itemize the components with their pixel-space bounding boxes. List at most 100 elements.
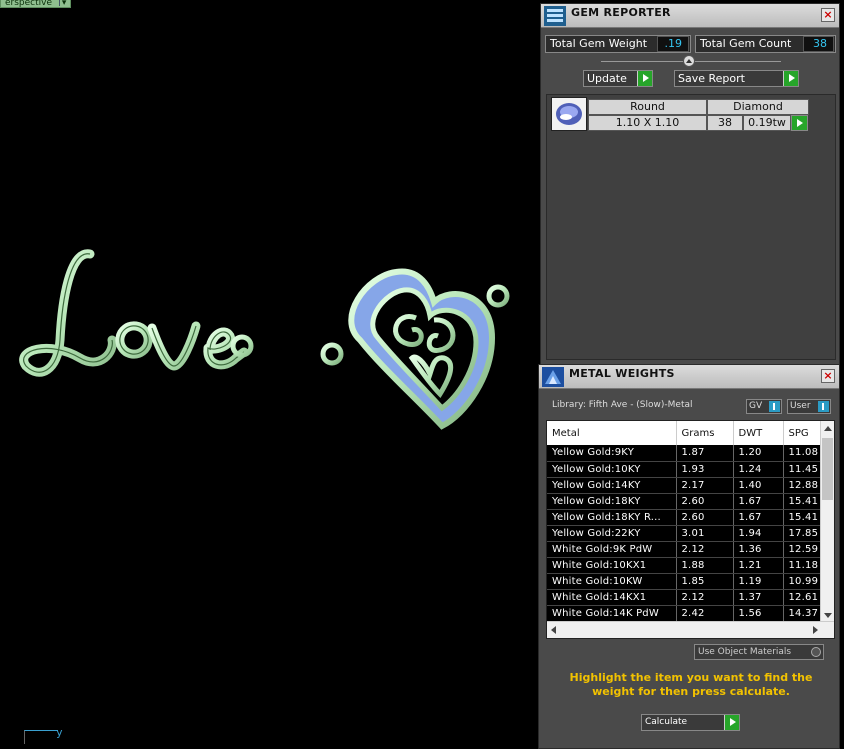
total-gem-count-value: 38 bbox=[803, 36, 834, 52]
table-row[interactable]: White Gold:10KW 1.85 1.19 10.99 bbox=[547, 573, 823, 590]
save-report-button-label: Save Report bbox=[678, 72, 745, 85]
gem-list[interactable]: Round Diamond 1.10 X 1.10 38 0.19tw bbox=[546, 94, 836, 360]
metal-name-cell: White Gold:10KX1 bbox=[547, 557, 677, 574]
total-gem-weight-label: Total Gem Weight bbox=[550, 37, 648, 50]
round-diamond-icon bbox=[551, 97, 587, 131]
table-row[interactable]: Yellow Gold:14KY 2.17 1.40 12.88 bbox=[547, 477, 823, 494]
total-gem-weight-value: .19 bbox=[657, 36, 689, 52]
play-arrow-icon bbox=[792, 116, 807, 130]
grams-cell: 1.87 bbox=[676, 445, 734, 462]
grams-cell: 2.42 bbox=[676, 605, 734, 622]
update-button[interactable]: Update bbox=[583, 70, 653, 87]
gem-weight: 0.19tw bbox=[743, 115, 791, 131]
gem-material: Diamond bbox=[707, 99, 809, 115]
gem-reporter-panel: GEM REPORTER × Total Gem Weight .19 Tota… bbox=[540, 3, 840, 365]
grams-cell: 2.17 bbox=[676, 477, 734, 494]
spg-cell: 15.41 bbox=[783, 509, 823, 526]
scroll-right-icon[interactable] bbox=[813, 626, 818, 634]
viewport[interactable]: erspective ▾ y bbox=[0, 0, 540, 749]
gem-reporter-titlebar[interactable]: GEM REPORTER × bbox=[541, 4, 839, 28]
spg-cell: 11.18 bbox=[783, 557, 823, 574]
table-row[interactable]: White Gold:14K PdW 2.42 1.56 14.37 bbox=[547, 605, 823, 622]
play-arrow-icon bbox=[783, 71, 798, 86]
vertical-scrollbar[interactable] bbox=[820, 421, 834, 622]
column-header-grams[interactable]: Grams bbox=[676, 421, 734, 445]
spg-cell: 12.61 bbox=[783, 589, 823, 606]
dwt-cell: 1.67 bbox=[733, 493, 784, 510]
column-header-dwt[interactable]: DWT bbox=[733, 421, 784, 445]
love-pendant-model[interactable] bbox=[10, 240, 260, 390]
close-icon[interactable]: × bbox=[821, 8, 835, 22]
table-row[interactable]: Yellow Gold:9KY 1.87 1.20 11.08 bbox=[547, 445, 823, 462]
instruction-text: Highlight the item you want to find the … bbox=[569, 671, 813, 698]
dropdown-icon bbox=[818, 401, 829, 412]
radio-icon[interactable] bbox=[811, 647, 821, 657]
metal-table-container[interactable]: Metal Grams DWT SPG Yellow Gold:9KY 1.87 1… bbox=[546, 420, 835, 639]
use-object-materials-option[interactable]: Use Object Materials bbox=[694, 644, 824, 660]
table-row[interactable]: Yellow Gold:18KY 2.60 1.67 15.41 bbox=[547, 493, 823, 510]
metal-name-cell: Yellow Gold:10KY bbox=[547, 461, 677, 478]
table-row[interactable]: Yellow Gold:10KY 1.93 1.24 11.45 bbox=[547, 461, 823, 478]
grams-cell: 2.12 bbox=[676, 541, 734, 558]
metal-name-cell: White Gold:9K PdW bbox=[547, 541, 677, 558]
spg-cell: 11.45 bbox=[783, 461, 823, 478]
scroll-up-icon[interactable] bbox=[824, 426, 832, 431]
dwt-cell: 1.20 bbox=[733, 445, 784, 462]
scrollbar-thumb[interactable] bbox=[822, 438, 833, 500]
axis-y-label: y bbox=[56, 726, 63, 739]
play-arrow-icon bbox=[637, 71, 652, 86]
grams-cell: 2.60 bbox=[676, 509, 734, 526]
dwt-cell: 1.36 bbox=[733, 541, 784, 558]
gem-size: 1.10 X 1.10 bbox=[588, 115, 707, 131]
calculate-button[interactable]: Calculate bbox=[641, 714, 740, 731]
dwt-cell: 1.24 bbox=[733, 461, 784, 478]
table-row[interactable]: White Gold:14KX1 2.12 1.37 12.61 bbox=[547, 589, 823, 606]
metal-name-cell: White Gold:14KX1 bbox=[547, 589, 677, 606]
metal-weights-table[interactable]: Metal Grams DWT SPG Yellow Gold:9KY 1.87 1… bbox=[547, 421, 823, 622]
heart-pendant-model[interactable] bbox=[316, 258, 516, 438]
metal-name-cell: White Gold:14K PdW bbox=[547, 605, 677, 622]
gem-reporter-title: GEM REPORTER bbox=[571, 6, 671, 19]
close-icon[interactable]: × bbox=[821, 369, 835, 383]
spg-cell: 12.88 bbox=[783, 477, 823, 494]
library-label: Library: Fifth Ave - (Slow)-Metal bbox=[552, 400, 693, 410]
metal-name-cell: White Gold:10KW bbox=[547, 573, 677, 590]
table-header-row: Metal Grams DWT SPG bbox=[547, 421, 823, 445]
table-row[interactable]: White Gold:9K PdW 2.12 1.36 12.59 bbox=[547, 541, 823, 558]
play-arrow-icon bbox=[724, 715, 739, 730]
viewport-menu-icon[interactable]: ▾ bbox=[58, 0, 66, 7]
metal-name-cell: Yellow Gold:22KY bbox=[547, 525, 677, 542]
grams-cell: 3.01 bbox=[676, 525, 734, 542]
grams-cell: 1.85 bbox=[676, 573, 734, 590]
column-header-metal[interactable]: Metal bbox=[547, 421, 677, 445]
gem-reporter-icon bbox=[544, 6, 566, 26]
column-header-spg[interactable]: SPG bbox=[783, 421, 823, 445]
total-gem-count-label: Total Gem Count bbox=[700, 37, 792, 50]
viewport-tab[interactable]: erspective ▾ bbox=[0, 0, 72, 8]
grams-cell: 2.60 bbox=[676, 493, 734, 510]
metal-name-cell: Yellow Gold:18KY R... bbox=[547, 509, 677, 526]
gem-select-button[interactable] bbox=[791, 115, 808, 131]
grams-cell: 1.93 bbox=[676, 461, 734, 478]
metal-weights-titlebar[interactable]: METAL WEIGHTS × bbox=[539, 365, 839, 389]
save-report-button[interactable]: Save Report bbox=[674, 70, 799, 87]
table-row[interactable]: Yellow Gold:18KY R... 2.60 1.67 15.41 bbox=[547, 509, 823, 526]
spg-cell: 12.59 bbox=[783, 541, 823, 558]
scroll-down-icon[interactable] bbox=[824, 613, 832, 618]
spg-cell: 15.41 bbox=[783, 493, 823, 510]
spg-cell: 17.85 bbox=[783, 525, 823, 542]
metal-name-cell: Yellow Gold:9KY bbox=[547, 445, 677, 462]
list-item[interactable]: Round Diamond 1.10 X 1.10 38 0.19tw bbox=[551, 97, 811, 133]
table-row[interactable]: Yellow Gold:22KY 3.01 1.94 17.85 bbox=[547, 525, 823, 542]
dwt-cell: 1.40 bbox=[733, 477, 784, 494]
table-row[interactable]: White Gold:10KX1 1.88 1.21 11.18 bbox=[547, 557, 823, 574]
spg-cell: 11.08 bbox=[783, 445, 823, 462]
metal-name-cell: Yellow Gold:18KY bbox=[547, 493, 677, 510]
scroll-left-icon[interactable] bbox=[551, 626, 556, 634]
grams-cell: 2.12 bbox=[676, 589, 734, 606]
user-dropdown[interactable]: User bbox=[787, 399, 831, 414]
gv-dropdown[interactable]: GV bbox=[746, 399, 782, 414]
metal-name-cell: Yellow Gold:14KY bbox=[547, 477, 677, 494]
collapse-toggle-icon[interactable] bbox=[683, 55, 695, 67]
horizontal-scrollbar[interactable] bbox=[547, 621, 834, 638]
